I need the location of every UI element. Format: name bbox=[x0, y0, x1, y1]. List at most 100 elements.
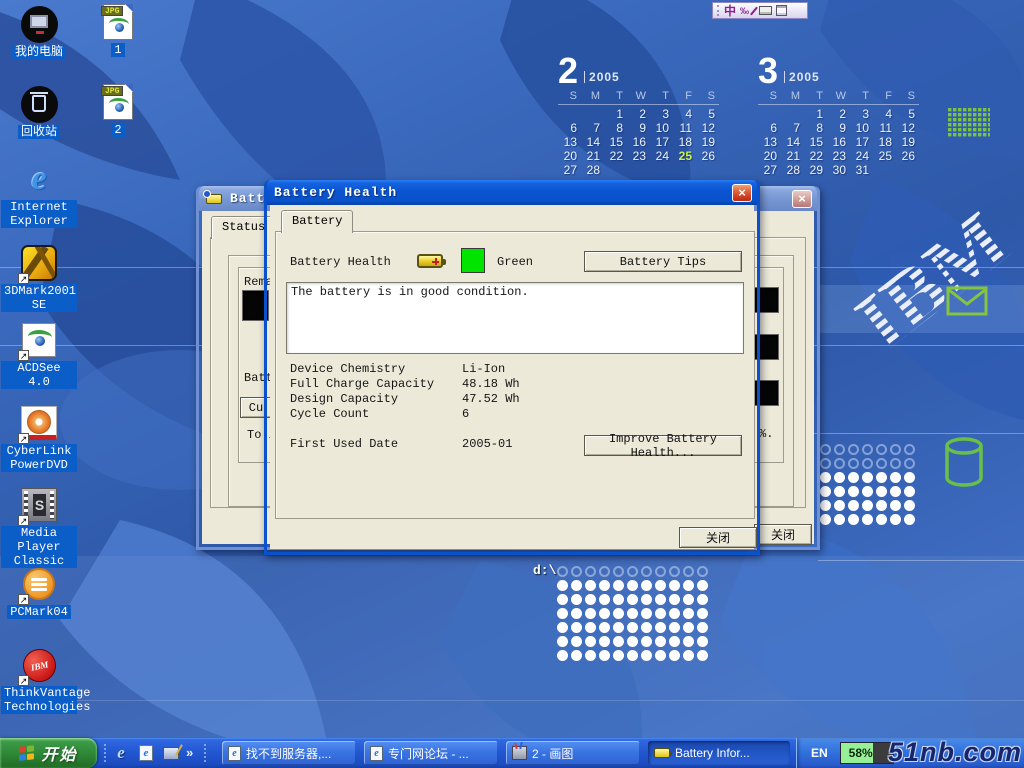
condition-textbox: The battery is in good condition. bbox=[286, 282, 744, 354]
wallpaper-line bbox=[818, 560, 1024, 561]
wallpaper-dot bbox=[571, 566, 582, 577]
quick-launch-chevron[interactable]: » bbox=[186, 745, 193, 760]
desktop-icon-my-computer[interactable]: 我的电脑 bbox=[0, 5, 78, 59]
calendar-date: 6 bbox=[558, 121, 581, 135]
start-label: 开始 bbox=[41, 741, 77, 765]
task-label: 找不到服务器,... bbox=[246, 745, 331, 762]
close-dialog-button[interactable]: 关闭 bbox=[679, 527, 757, 548]
quick-launch-ie-icon[interactable]: e bbox=[112, 744, 130, 762]
language-indicator[interactable]: EN bbox=[811, 746, 828, 760]
wallpaper-dot bbox=[557, 636, 568, 647]
desktop-icon-recycle-bin[interactable]: 回收站 bbox=[0, 85, 78, 139]
wallpaper-dot bbox=[627, 594, 638, 605]
calendar-day-header: W bbox=[827, 90, 850, 105]
wallpaper-dot bbox=[655, 636, 666, 647]
pcmark-icon: ↗ bbox=[20, 565, 58, 603]
language-bar-grip[interactable] bbox=[717, 5, 720, 16]
desktop-icon-label: 回收站 bbox=[18, 125, 60, 139]
quick-launch-ie-page-icon[interactable]: e bbox=[137, 744, 155, 762]
calendar-date: 18 bbox=[673, 135, 696, 149]
powerdvd-icon: ↗ bbox=[20, 404, 58, 442]
wallpaper-dot bbox=[876, 458, 887, 469]
wallpaper-dot bbox=[571, 622, 582, 633]
wallpaper-dot bbox=[848, 444, 859, 455]
desktop-icon-pcmark04[interactable]: ↗ PCMark04 bbox=[0, 565, 78, 619]
taskbar: 开始 e e » e 找不到服务器,... e 专门网论坛 - ... 2 - … bbox=[0, 738, 1024, 768]
ime-menu-icon[interactable] bbox=[776, 5, 787, 16]
taskbar-button-server-not-found[interactable]: e 找不到服务器,... bbox=[222, 741, 356, 765]
desktop-icon-powerdvd[interactable]: ↗ CyberLink PowerDVD bbox=[0, 404, 78, 472]
battery-window-icon bbox=[206, 193, 224, 205]
battery-tips-button[interactable]: Battery Tips bbox=[584, 251, 742, 272]
calendar-date bbox=[558, 107, 581, 121]
battery-health-titlebar[interactable]: Battery Health × bbox=[267, 180, 757, 205]
tray-battery-meter[interactable]: 58% bbox=[840, 742, 894, 764]
desktop-icon-label: 2 bbox=[111, 123, 124, 137]
wallpaper-dot bbox=[585, 608, 596, 619]
wallpaper-bottom-band bbox=[0, 556, 1024, 768]
close-window-button[interactable]: 关闭 bbox=[754, 524, 812, 545]
ime-mode-icon[interactable]: ‰ bbox=[740, 6, 749, 16]
calendar-year: 2005 bbox=[589, 70, 620, 84]
calendar-date bbox=[896, 163, 919, 177]
calendar-date: 31 bbox=[850, 163, 873, 177]
calendar-day-header: F bbox=[873, 90, 896, 105]
quick-launch-show-desktop-icon[interactable] bbox=[162, 744, 180, 762]
my-computer-icon bbox=[20, 5, 58, 43]
desktop-icon-acdsee[interactable]: ↗ ACDSee 4.0 bbox=[0, 321, 78, 389]
desktop-icon-label: CyberLink PowerDVD bbox=[1, 444, 77, 472]
pen-icon[interactable] bbox=[750, 6, 758, 15]
desktop-icon-thinkvantage[interactable]: IBM↗ ThinkVantage Technologies bbox=[0, 646, 78, 714]
wallpaper-dot bbox=[557, 608, 568, 619]
detail-label: Design Capacity bbox=[290, 392, 398, 406]
desktop-icon-jpg-1[interactable]: JPG 1 bbox=[90, 3, 146, 57]
paint-icon bbox=[512, 746, 527, 760]
desktop-icon-3dmark2001[interactable]: ↗ 3DMark2001 SE bbox=[0, 244, 78, 312]
desktop-icon-label: 我的电脑 bbox=[12, 45, 66, 59]
wallpaper-dot bbox=[557, 566, 568, 577]
calendar-month-number: 3 bbox=[758, 56, 778, 86]
desktop-icon-internet-explorer[interactable]: e Internet Explorer bbox=[0, 160, 78, 228]
wallpaper-dot bbox=[890, 486, 901, 497]
wallpaper-dot bbox=[669, 608, 680, 619]
wallpaper-dot bbox=[697, 580, 708, 591]
wallpaper-dot bbox=[655, 650, 666, 661]
calendar-date: 22 bbox=[604, 149, 627, 163]
wallpaper-dot bbox=[627, 650, 638, 661]
ie-page-icon: e bbox=[370, 746, 383, 761]
close-button[interactable]: × bbox=[792, 190, 812, 208]
task-label: Battery Infor... bbox=[675, 746, 750, 760]
start-button[interactable]: 开始 bbox=[0, 738, 97, 768]
wallpaper-dot bbox=[641, 594, 652, 605]
wallpaper-dot bbox=[876, 486, 887, 497]
wallpaper-dot bbox=[848, 458, 859, 469]
language-bar[interactable]: 中 ‰ bbox=[712, 2, 808, 19]
wallpaper-dot bbox=[641, 566, 652, 577]
calendar-date: 14 bbox=[581, 135, 604, 149]
wallpaper-dot bbox=[669, 566, 680, 577]
wallpaper-dot bbox=[669, 622, 680, 633]
close-button[interactable]: × bbox=[732, 184, 752, 202]
wallpaper-dot-matrix-bottom bbox=[555, 564, 709, 662]
tab-battery[interactable]: Battery bbox=[281, 210, 353, 233]
improve-battery-health-button[interactable]: Improve Battery Health... bbox=[584, 435, 742, 456]
taskbar-button-paint[interactable]: 2 - 画图 bbox=[506, 741, 640, 765]
wallpaper-dot bbox=[557, 622, 568, 633]
wallpaper-dot bbox=[571, 608, 582, 619]
calendar-date: 17 bbox=[850, 135, 873, 149]
taskbar-button-forum[interactable]: e 专门网论坛 - ... bbox=[364, 741, 498, 765]
envelope-icon bbox=[946, 286, 988, 316]
taskbar-button-battery-information[interactable]: Battery Infor... bbox=[648, 741, 790, 765]
chinese-ime-icon[interactable]: 中 bbox=[724, 4, 736, 18]
wallpaper-dot bbox=[599, 622, 610, 633]
calendar-date: 22 bbox=[804, 149, 827, 163]
keyboard-icon[interactable] bbox=[759, 6, 772, 15]
calendar-date: 26 bbox=[896, 149, 919, 163]
wallpaper-dot bbox=[876, 500, 887, 511]
wallpaper-dot bbox=[834, 472, 845, 483]
desktop-icon-media-player-classic[interactable]: S↗ Media Player Classic bbox=[0, 486, 78, 568]
wallpaper-dot bbox=[697, 622, 708, 633]
wallpaper-dot bbox=[683, 594, 694, 605]
media-player-classic-icon: S↗ bbox=[20, 486, 58, 524]
desktop-icon-jpg-2[interactable]: JPG 2 bbox=[90, 83, 146, 137]
